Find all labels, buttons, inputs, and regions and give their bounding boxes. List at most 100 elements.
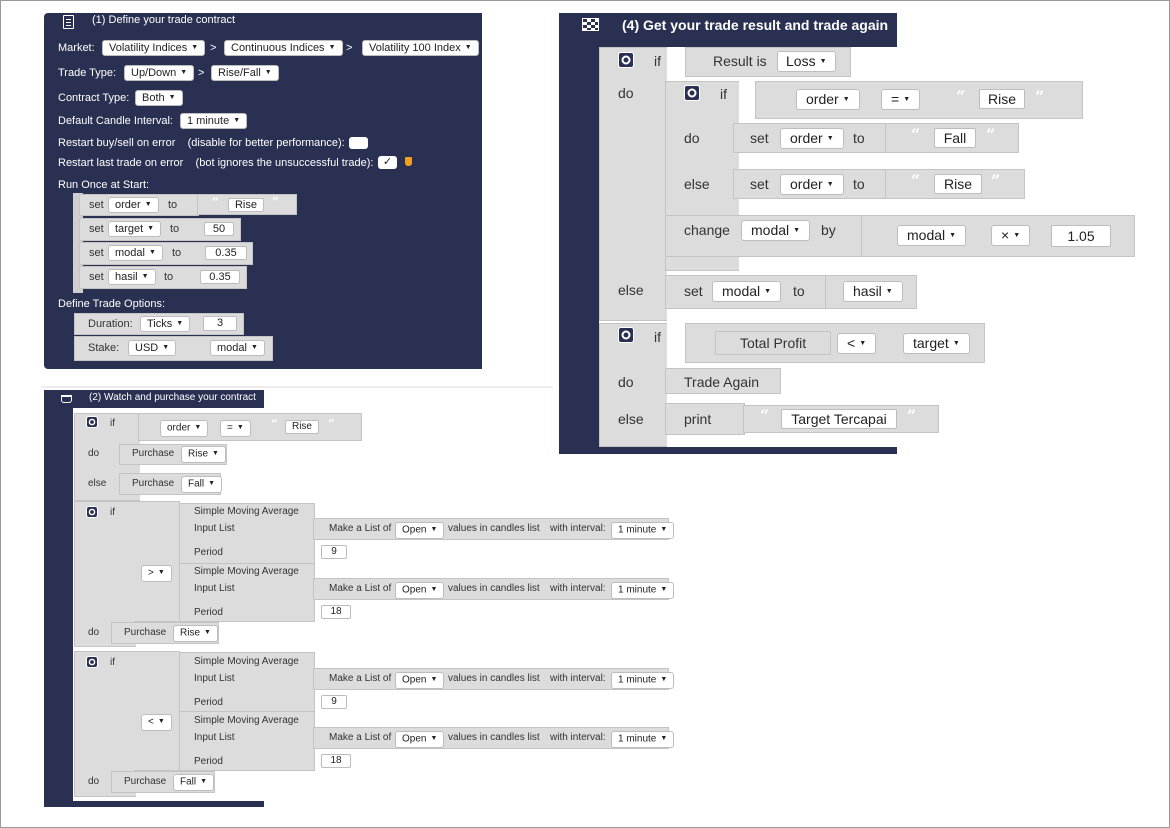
compare-block[interactable] [134,651,180,771]
operator-dropdown[interactable]: < ▼ [141,714,172,731]
gear-icon[interactable] [618,52,634,68]
interval-label: with interval: [550,732,606,743]
number-input[interactable]: 0.35 [200,270,240,284]
interval-dropdown[interactable]: 1 minute ▼ [611,672,675,689]
restart-last-checkbox[interactable]: ✓ [378,156,397,169]
close-quote-icon: ” [328,417,335,431]
variable-dropdown[interactable]: order ▼ [160,420,209,437]
workspace: (1) Define your trade contract Market: V… [0,0,1170,828]
contract-dropdown[interactable]: Rise ▼ [181,446,226,463]
gear-icon[interactable] [618,327,634,343]
gear-icon[interactable] [684,85,700,101]
interval-dropdown[interactable]: 1 minute ▼ [611,582,675,599]
period-input[interactable]: 9 [321,545,347,559]
basket-icon [61,395,72,403]
else-keyword: else [618,411,644,427]
interval-dropdown[interactable]: 1 minute ▼ [611,522,675,539]
block-purchase-foot [44,801,264,807]
stake-variable-dropdown[interactable]: modal ▼ [210,340,265,357]
operator-dropdown[interactable]: × ▼ [991,225,1031,247]
period-label: Period [194,607,223,618]
make-list-label: Make a List of [329,732,392,743]
chevron-right-icon: > [346,42,353,54]
make-list-label: Make a List of [329,523,392,534]
variable-dropdown[interactable]: modal ▼ [712,281,782,303]
variable-dropdown[interactable]: order ▼ [780,128,844,150]
do-keyword: do [88,776,100,787]
to-keyword: to [170,223,180,235]
text-input[interactable]: Rise [979,89,1025,109]
symbol-dropdown[interactable]: Volatility 100 Index ▼ [362,40,479,57]
gear-icon[interactable] [86,416,98,428]
text-input[interactable]: Rise [285,420,319,434]
text-input[interactable]: Rise [228,198,264,212]
duration-input[interactable]: 3 [203,316,237,331]
variable-dropdown[interactable]: target ▼ [108,221,162,238]
period-input[interactable]: 9 [321,695,347,709]
trade-type-dropdown[interactable]: Rise/Fall ▼ [211,65,279,82]
result-dropdown[interactable]: Loss ▼ [777,51,836,73]
text-input[interactable]: Target Tercapai [781,409,897,429]
trade-category-dropdown[interactable]: Up/Down ▼ [124,65,195,82]
if-keyword: if [110,657,115,668]
variable-dropdown[interactable]: modal ▼ [108,245,163,262]
values-in-label: values in candles list [448,732,540,743]
variable-dropdown[interactable]: order ▼ [108,197,159,214]
operator-dropdown[interactable]: = ▼ [881,89,921,111]
restart-buysell-label: Restart buy/sell on error (disable for b… [58,137,345,149]
contract-dropdown[interactable]: Rise ▼ [173,625,218,642]
contract-dropdown[interactable]: Fall ▼ [173,774,215,791]
text-input[interactable]: Rise [934,174,982,194]
list-icon [63,15,74,29]
sma-title: Simple Moving Average [194,656,299,667]
input-list-label: Input List [194,673,235,684]
variable-dropdown[interactable]: modal ▼ [741,220,811,242]
make-list-label: Make a List of [329,583,392,594]
market-dropdown[interactable]: Volatility Indices ▼ [102,40,206,57]
number-input[interactable]: 50 [204,222,234,236]
ohlc-dropdown[interactable]: Open ▼ [395,582,445,599]
currency-dropdown[interactable]: USD ▼ [128,340,177,357]
text-input[interactable]: Fall [934,128,976,148]
open-quote-icon: “ [760,406,770,425]
variable-dropdown[interactable]: hasil ▼ [108,269,156,286]
to-keyword: to [793,283,805,299]
candle-interval-dropdown[interactable]: 1 minute ▼ [180,113,248,130]
period-input[interactable]: 18 [321,754,351,768]
operator-dropdown[interactable]: < ▼ [837,333,877,355]
stake-label: Stake: [88,342,120,354]
duration-unit-dropdown[interactable]: Ticks ▼ [140,316,191,333]
operator-dropdown[interactable]: = ▼ [220,420,251,437]
compare-block[interactable] [134,501,180,622]
gear-icon[interactable] [86,656,98,668]
variable-dropdown[interactable]: order ▼ [796,89,860,111]
if-keyword: if [654,329,661,345]
make-list-label: Make a List of [329,673,392,684]
purchase-keyword: Purchase [124,776,167,787]
variable-dropdown[interactable]: modal ▼ [897,225,967,247]
ohlc-dropdown[interactable]: Open ▼ [395,522,445,539]
number-input[interactable]: 0.35 [205,246,247,260]
open-quote-icon: “ [271,417,278,431]
gear-icon[interactable] [86,506,98,518]
operator-dropdown[interactable]: > ▼ [141,565,172,582]
set-keyword: set [684,283,703,299]
values-in-label: values in candles list [448,583,540,594]
restart-buysell-checkbox[interactable] [349,137,368,149]
variable-dropdown[interactable]: order ▼ [780,174,844,196]
variable-dropdown[interactable]: target ▼ [903,333,970,355]
open-quote-icon: “ [911,171,921,190]
ohlc-dropdown[interactable]: Open ▼ [395,672,445,689]
variable-dropdown[interactable]: hasil ▼ [843,281,903,303]
contract-dropdown[interactable]: Fall ▼ [181,476,223,493]
contract-type-dropdown[interactable]: Both ▼ [135,90,183,107]
block-after-purchase-body[interactable] [559,45,599,453]
interval-dropdown[interactable]: 1 minute ▼ [611,731,675,748]
submarket-dropdown[interactable]: Continuous Indices ▼ [224,40,343,57]
number-input[interactable]: 1.05 [1051,225,1111,247]
period-input[interactable]: 18 [321,605,351,619]
if-keyword: if [110,418,115,429]
if-keyword: if [654,53,661,69]
block-purchase-body[interactable] [44,405,73,805]
ohlc-dropdown[interactable]: Open ▼ [395,731,445,748]
